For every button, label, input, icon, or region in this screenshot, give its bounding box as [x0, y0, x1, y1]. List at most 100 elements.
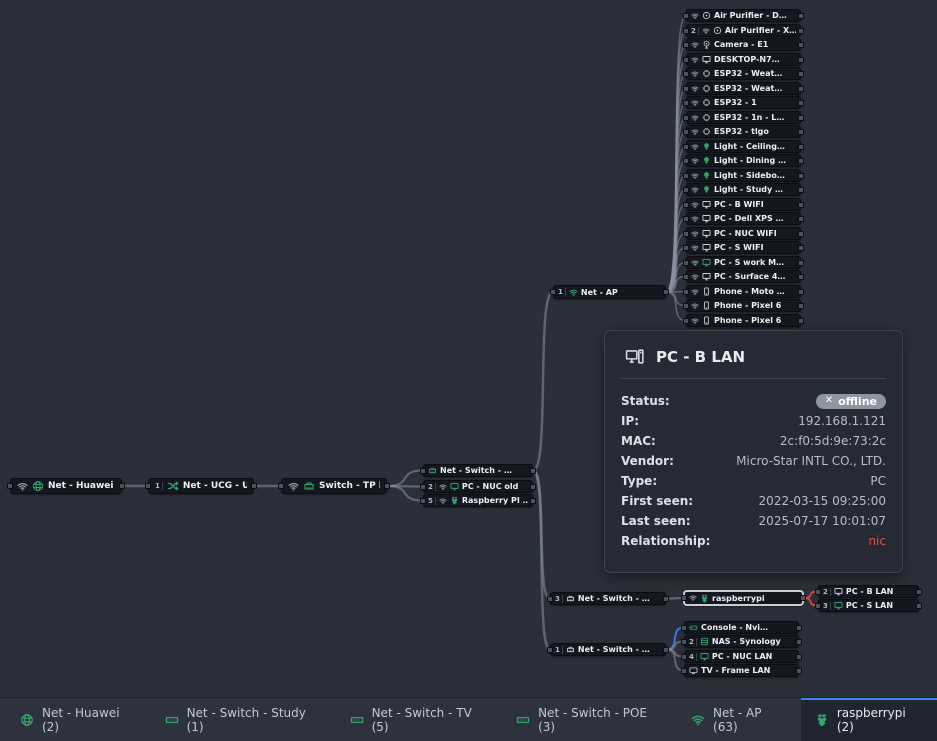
tab-net-huawei-2[interactable]: Net - Huawei (2) [6, 698, 151, 741]
tab-net-switch-tv-5[interactable]: Net - Switch - TV (5) [336, 698, 503, 741]
node-console-nvidia[interactable]: Console - Nvi… [684, 621, 799, 634]
node-pc-s-lan[interactable]: 3PC - S LAN [818, 599, 919, 612]
globe-icon [32, 480, 44, 492]
port-count-badge: 2 [428, 483, 436, 491]
node-phone-pixel-6b[interactable]: Phone - Pixel 6 [686, 314, 801, 327]
mac-value: 2c:f0:5d:9e:73:2c [780, 434, 886, 448]
node-pc-nuc-old[interactable]: 2 PC - NUC old [423, 480, 533, 493]
wifi-icon [689, 594, 697, 602]
tab-net-ap-63[interactable]: Net - AP (63) [677, 698, 801, 741]
offline-x-icon: ✕ [825, 396, 833, 406]
node-net-ap[interactable]: 1Net - AP [553, 285, 666, 299]
node-esp32-1n-l[interactable]: ESP32 - 1n - L… [686, 111, 801, 124]
monitor-icon [834, 601, 843, 610]
first-seen-row: First seen: 2022-03-15 09:25:00 [621, 491, 886, 511]
node-label: PC - S WIFI [714, 243, 763, 252]
monitor-icon [702, 272, 711, 281]
monitor-icon [834, 587, 843, 596]
phone-icon [702, 301, 711, 310]
gamepad-icon [689, 623, 698, 632]
node-label: Light - Sidebo… [714, 171, 785, 180]
wifi-icon [691, 172, 699, 180]
network-map-canvas[interactable]: Net - Huawei 1Net - UCG - Ul… Switch - TP … [0, 0, 937, 741]
node-pc-dell-xps[interactable]: PC - Dell XPS … [686, 212, 801, 225]
bulb-icon [702, 142, 711, 151]
node-air-purifier-x[interactable]: 2Air Purifier - X… [686, 24, 801, 37]
mac-label: MAC: [621, 434, 656, 448]
raspberry-icon [700, 594, 709, 603]
ip-label: IP: [621, 414, 639, 428]
node-label: ESP32 - Weat… [714, 84, 782, 93]
node-phone-pixel-6a[interactable]: Phone - Pixel 6 [686, 299, 801, 312]
wifi-icon [691, 317, 699, 325]
node-camera-e1[interactable]: Camera - E1 [686, 38, 801, 51]
wifi-icon [691, 713, 705, 727]
node-phone-moto[interactable]: Phone - Moto … [686, 285, 801, 298]
node-pc-nuc-lan[interactable]: 4PC - NUC LAN [684, 650, 799, 663]
node-pc-s-work-m[interactable]: PC - S work M… [686, 256, 801, 269]
node-desktop-n7[interactable]: DESKTOP-N7… [686, 53, 801, 66]
node-net-huawei[interactable]: Net - Huawei [10, 478, 122, 494]
wifi-icon [288, 481, 299, 492]
node-label: Net - Huawei [48, 481, 113, 491]
node-esp32-tlgo[interactable]: ESP32 - tlgo [686, 125, 801, 138]
node-esp32-weat-1[interactable]: ESP32 - Weat… [686, 67, 801, 80]
port-count-badge: 5 [428, 497, 436, 505]
node-pc-b-wifi[interactable]: PC - B WIFI [686, 198, 801, 211]
node-tv-frame-lan[interactable]: TV - Frame LAN [684, 664, 799, 677]
wifi-icon [691, 114, 699, 122]
status-row: Status: ✕offline [621, 391, 886, 411]
chip-icon [702, 98, 711, 107]
relationship-row: Relationship: nic [621, 531, 886, 551]
shuffle-icon [167, 480, 179, 492]
node-raspberry-pi-old[interactable]: 5Raspberry PI … [423, 494, 533, 507]
port-count-badge: 3 [555, 595, 563, 603]
card-header: PC - B LAN [625, 347, 886, 366]
node-light-dining[interactable]: Light - Dining … [686, 154, 801, 167]
ethernet-icon [303, 480, 315, 492]
node-label: DESKTOP-N7… [714, 55, 780, 64]
node-pc-b-lan[interactable]: 2PC - B LAN [818, 585, 919, 598]
wifi-icon [691, 302, 699, 310]
nas-icon [700, 637, 709, 646]
node-label: PC - B WIFI [714, 200, 764, 209]
tv-icon [689, 666, 698, 675]
tab-net-switch-poe-3[interactable]: Net - Switch - POE (3) [502, 698, 677, 741]
node-light-ceiling[interactable]: Light - Ceiling… [686, 140, 801, 153]
node-light-sideboard[interactable]: Light - Sidebo… [686, 169, 801, 182]
switch-icon [165, 713, 179, 727]
last-seen-label: Last seen: [621, 514, 691, 528]
wifi-icon [691, 201, 699, 209]
tab-net-switch-study-1[interactable]: Net - Switch - Study (1) [151, 698, 336, 741]
node-pc-surface-4[interactable]: PC - Surface 4… [686, 270, 801, 283]
tab-raspberrypi-2[interactable]: raspberrypi (2) [801, 698, 937, 741]
relationship-value: nic [868, 534, 886, 548]
vendor-value: Micro-Star INTL CO., LTD. [736, 454, 886, 468]
node-net-ucg[interactable]: 1Net - UCG - Ul… [148, 478, 254, 494]
ethernet-icon [566, 594, 575, 603]
node-label: Light - Study … [714, 185, 783, 194]
wifi-icon [691, 157, 699, 165]
node-net-switch-low[interactable]: 1Net - Switch - … [550, 643, 666, 656]
fan-icon [713, 26, 722, 35]
node-pc-nuc-wifi[interactable]: PC - NUC WIFI [686, 227, 801, 240]
node-nas-synology[interactable]: 2NAS - Synology [684, 635, 799, 648]
ip-value: 192.168.1.121 [798, 414, 886, 428]
node-air-purifier-d[interactable]: Air Purifier - D… [686, 9, 801, 22]
node-label: raspberrypi [712, 594, 765, 603]
wifi-icon [691, 186, 699, 194]
node-label: Net - Switch - … [440, 466, 512, 475]
node-net-switch-study[interactable]: Net - Switch - … [423, 464, 533, 477]
node-light-study[interactable]: Light - Study … [686, 183, 801, 196]
node-esp32-weat-2[interactable]: ESP32 - Weat… [686, 82, 801, 95]
node-pc-s-wifi[interactable]: PC - S WIFI [686, 241, 801, 254]
node-esp32-1[interactable]: ESP32 - 1 [686, 96, 801, 109]
node-label: Air Purifier - X… [725, 26, 796, 35]
node-raspberrypi[interactable]: raspberrypi [684, 591, 803, 605]
ip-row: IP: 192.168.1.121 [621, 411, 886, 431]
node-switch-tp[interactable]: Switch - TP li… [281, 478, 387, 494]
node-label: Phone - Moto … [714, 287, 785, 296]
node-net-switch-mid[interactable]: 3Net - Switch - … [550, 592, 666, 605]
type-row: Type: PC [621, 471, 886, 491]
node-label: PC - NUC old [462, 482, 518, 491]
